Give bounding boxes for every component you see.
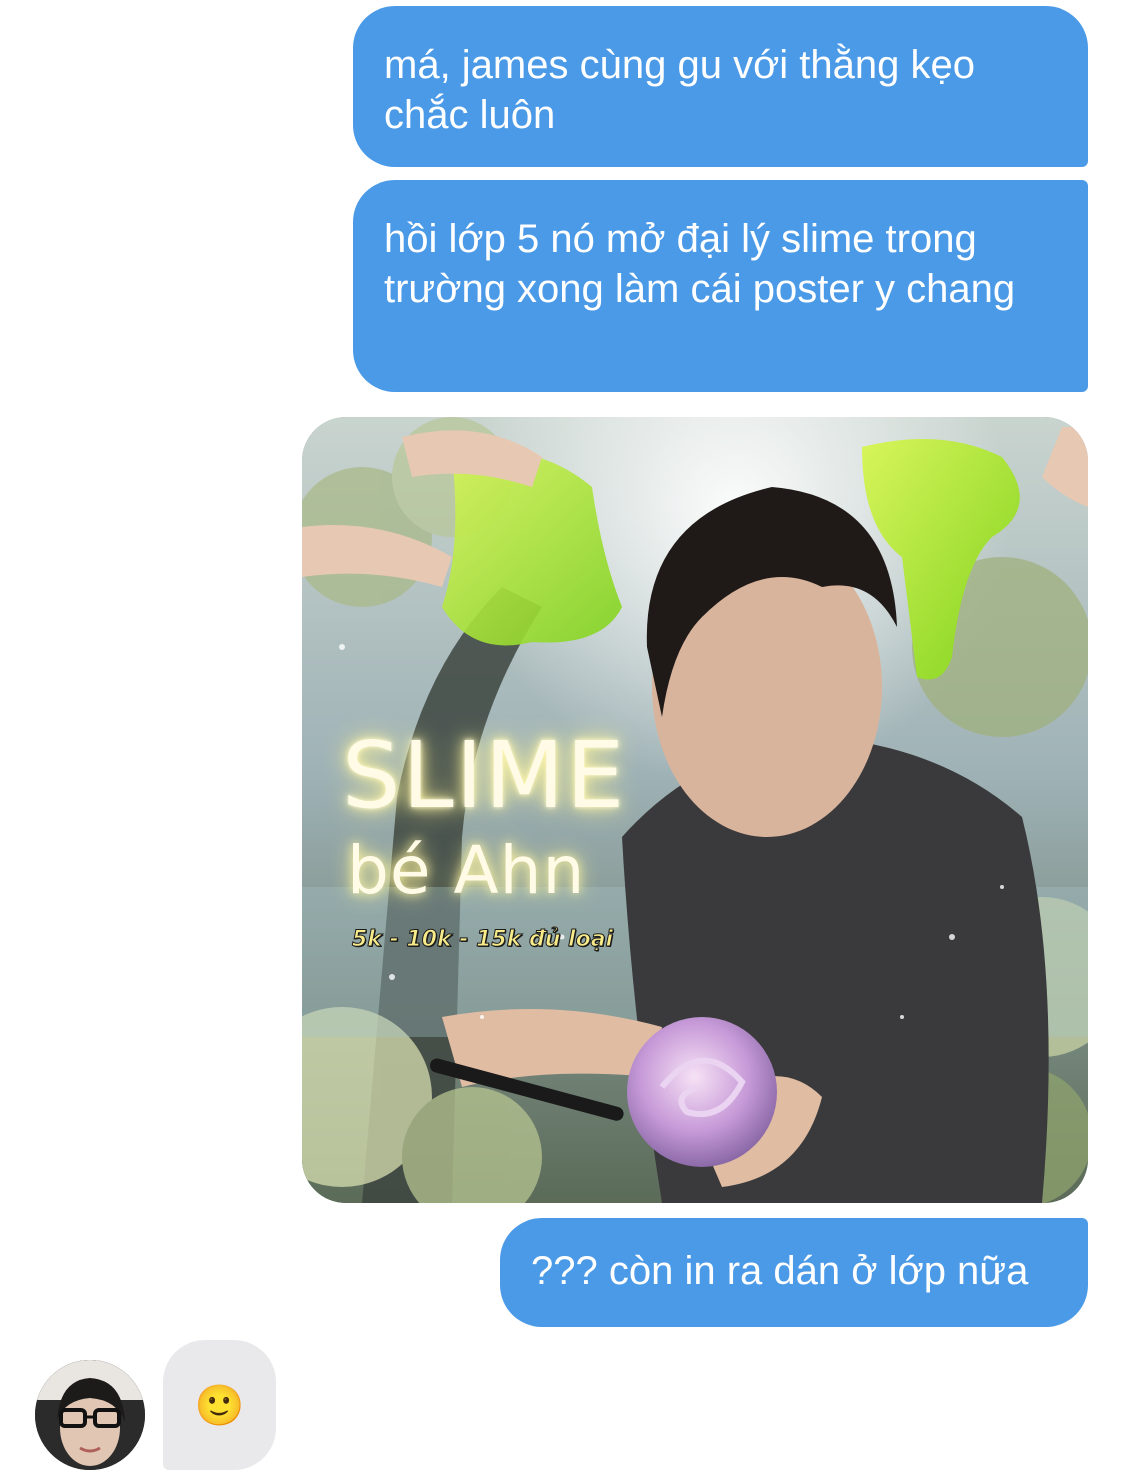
message-text: má, james cùng gu với thằng kẹo chắc luô… <box>384 43 975 137</box>
chat-thread: má, james cùng gu với thằng kẹo chắc luô… <box>0 0 1125 1482</box>
poster-subtitle: bé Ahn <box>347 832 586 909</box>
outgoing-message-bubble[interactable]: má, james cùng gu với thằng kẹo chắc luô… <box>353 6 1088 167</box>
poster-title: SLIME <box>342 722 627 829</box>
poster-price: 5k - 10k - 15k đủ loại <box>351 927 614 953</box>
message-text: ??? còn in ra dán ở lớp nữa <box>531 1249 1029 1293</box>
avatar-image <box>35 1360 145 1470</box>
emoji-reaction: 🙂 <box>194 1383 245 1428</box>
outgoing-message-bubble[interactable]: hồi lớp 5 nó mở đại lý slime trong trườn… <box>353 180 1088 392</box>
outgoing-message-bubble[interactable]: ??? còn in ra dán ở lớp nữa <box>500 1218 1088 1327</box>
message-text: hồi lớp 5 nó mở đại lý slime trong trườn… <box>384 217 1016 311</box>
contact-avatar[interactable] <box>35 1360 145 1470</box>
incoming-message-bubble[interactable]: 🙂 <box>163 1340 276 1470</box>
shared-image-message[interactable]: SLIME bé Ahn 5k - 10k - 15k đủ loại <box>302 417 1088 1203</box>
